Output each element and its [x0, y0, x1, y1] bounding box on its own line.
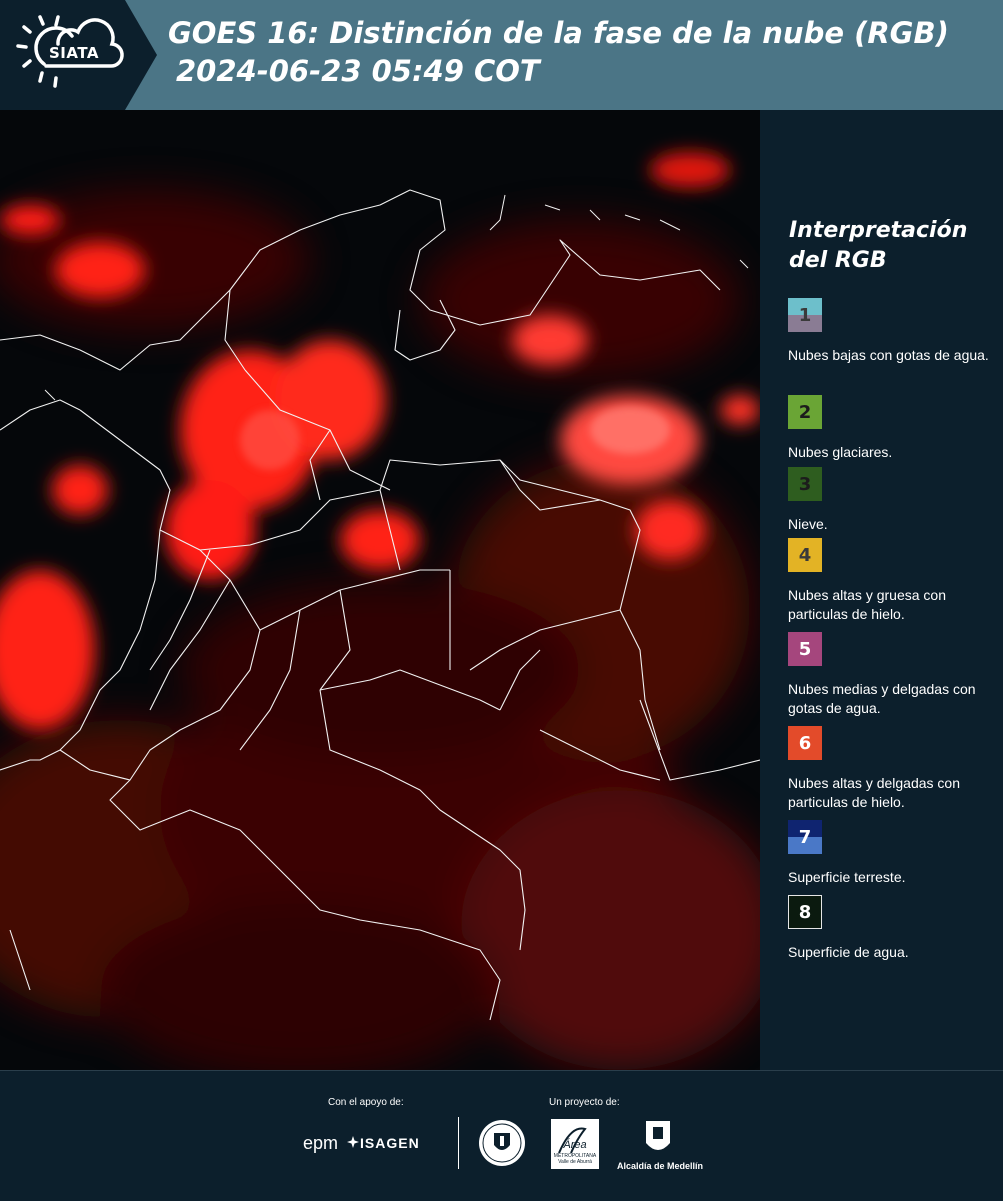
legend-number-6: 6	[798, 732, 812, 754]
logo-text: SIATA	[49, 44, 100, 62]
header-bar: SIATA GOES 16: Distinción de la fase de …	[0, 0, 1003, 110]
legend-label-4: Nubes altas y gruesa con particulas de h…	[788, 587, 946, 622]
legend-number-5: 5	[798, 638, 812, 660]
legend-label-6: Nubes altas y delgadas con particulas de…	[788, 775, 960, 810]
legend-swatch-7: 7	[788, 820, 822, 854]
legend-label-5: Nubes medias y delgadas con gotas de agu…	[788, 681, 976, 716]
legend-item-6: 6 Nubes altas y delgadas con particulas …	[788, 726, 998, 812]
rgb-composite-image	[0, 110, 760, 1070]
support-label: Con el apoyo de:	[328, 1097, 404, 1108]
title-timestamp: 2024-06-23 05:49 COT	[176, 54, 540, 88]
legend-swatch-1: 1	[788, 298, 822, 332]
legend-number-1: 1	[798, 304, 812, 326]
title-product: GOES 16: Distinción de la fase de la nub…	[168, 16, 949, 50]
medellin-seal-icon	[479, 1120, 525, 1166]
legend-item-7: 7 Superficie terreste.	[788, 820, 998, 887]
legend-swatch-8: 8	[788, 895, 822, 929]
legend-item-1: 1 Nubes bajas con gotas de agua.	[788, 298, 998, 365]
legend-swatch-2: 2	[788, 395, 822, 429]
legend-number-4: 4	[798, 544, 812, 566]
epm-logo: epm	[303, 1133, 339, 1153]
legend-item-2: 2 Nubes glaciares.	[788, 395, 998, 462]
legend-label-8: Superficie de agua.	[788, 944, 909, 960]
area-logo-subtext-2: Valle de Aburrá	[558, 1159, 592, 1165]
legend-item-5: 5 Nubes medias y delgadas con gotas de a…	[788, 632, 998, 718]
isagen-logo: ISAGEN	[360, 1135, 420, 1151]
legend-swatch-3: 3	[788, 467, 822, 501]
isagen-icon	[347, 1136, 359, 1148]
page-title: GOES 16: Distinción de la fase de la nub…	[168, 14, 949, 90]
satellite-map[interactable]	[0, 110, 760, 1070]
legend-title: Interpretación del RGB	[789, 218, 968, 273]
legend-number-3: 3	[798, 473, 812, 495]
project-label: Un proyecto de:	[549, 1097, 620, 1108]
legend-label-7: Superficie terreste.	[788, 869, 906, 885]
legend-item-4: 4 Nubes altas y gruesa con particulas de…	[788, 538, 998, 624]
legend-panel: Interpretación del RGB 1 Nubes bajas con…	[775, 110, 1003, 1070]
legend-label-1: Nubes bajas con gotas de agua.	[788, 347, 989, 363]
legend-item-3: 3 Nieve.	[788, 467, 998, 534]
legend-swatch-5: 5	[788, 632, 822, 666]
legend-number-8: 8	[798, 901, 812, 923]
legend-item-8: 8 Superficie de agua.	[788, 895, 998, 962]
legend-number-2: 2	[798, 401, 812, 423]
alcaldia-shield-icon	[646, 1121, 670, 1150]
legend-swatch-6: 6	[788, 726, 822, 760]
legend-number-7: 7	[798, 826, 812, 848]
footer-bar: Con el apoyo de: Un proyecto de: epm ISA…	[0, 1070, 1003, 1201]
legend-swatch-4: 4	[788, 538, 822, 572]
alcaldia-label: Alcaldía de Medellín	[616, 1161, 704, 1171]
legend-label-3: Nieve.	[788, 516, 828, 532]
area-logo-text: Área	[563, 1139, 587, 1151]
footer-divider	[458, 1117, 459, 1169]
legend-label-2: Nubes glaciares.	[788, 444, 893, 460]
